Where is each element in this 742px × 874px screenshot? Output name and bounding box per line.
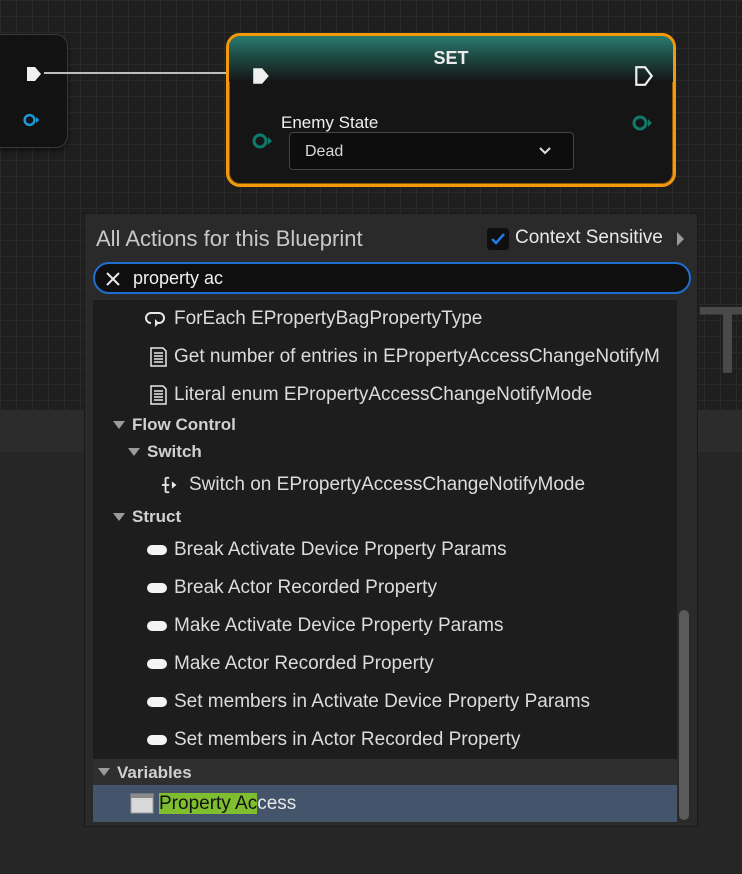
scrollbar-thumb[interactable] bbox=[679, 610, 689, 820]
chevron-down-icon bbox=[539, 147, 551, 155]
action-list: ForEach EPropertyBagPropertyType Get num… bbox=[93, 300, 677, 822]
category-switch[interactable]: Switch bbox=[93, 439, 677, 465]
list-item-label-rest: cess bbox=[257, 793, 297, 814]
search-match-highlight: Property Ac bbox=[159, 793, 258, 814]
list-item-label: ForEach EPropertyBagPropertyType bbox=[174, 308, 483, 329]
action-menu: All Actions for this Blueprint Context S… bbox=[84, 213, 698, 827]
list-item-label: Set members in Actor Recorded Property bbox=[174, 729, 521, 750]
category-label: Flow Control bbox=[132, 415, 236, 434]
enum-value-text: Dead bbox=[305, 143, 344, 160]
category-struct[interactable]: Struct bbox=[93, 504, 677, 530]
search-box[interactable] bbox=[93, 262, 691, 294]
list-item-label: Break Actor Recorded Property bbox=[174, 577, 437, 598]
list-item-label: Switch on EPropertyAccessChangeNotifyMod… bbox=[189, 474, 586, 495]
list-item[interactable]: Set members in Actor Recorded Property bbox=[93, 721, 677, 759]
context-sensitive-checkbox[interactable] bbox=[487, 228, 509, 250]
list-item-label: Make Activate Device Property Params bbox=[174, 615, 504, 636]
enum-value-dropdown[interactable]: Dead bbox=[289, 132, 574, 170]
variable-icon bbox=[130, 793, 154, 814]
background-watermark-glyph: T bbox=[700, 290, 742, 395]
close-icon[interactable] bbox=[105, 271, 121, 287]
struct-pill-icon bbox=[147, 545, 167, 555]
expand-triangle-icon bbox=[113, 513, 125, 521]
previous-node[interactable] bbox=[0, 34, 68, 148]
check-icon bbox=[491, 233, 505, 245]
set-node-title: SET bbox=[433, 48, 469, 68]
list-item-label: Make Actor Recorded Property bbox=[174, 653, 434, 674]
list-item[interactable]: Get number of entries in EPropertyAccess… bbox=[93, 338, 677, 376]
enum-doc-icon bbox=[150, 347, 167, 367]
enum-out-pin-icon[interactable] bbox=[631, 114, 655, 132]
category-variables[interactable]: Variables bbox=[93, 759, 677, 785]
loop-icon bbox=[145, 312, 165, 327]
list-item[interactable]: Break Actor Recorded Property bbox=[93, 569, 677, 607]
category-flow-control[interactable]: Flow Control bbox=[93, 412, 677, 438]
struct-pill-icon bbox=[147, 735, 167, 745]
struct-pill-icon bbox=[147, 697, 167, 707]
list-item-label: Set members in Activate Device Property … bbox=[174, 691, 591, 712]
expand-triangle-icon bbox=[128, 448, 140, 456]
search-input[interactable] bbox=[133, 267, 673, 289]
struct-pill-icon bbox=[147, 621, 167, 631]
list-item[interactable]: ForEach EPropertyBagPropertyType bbox=[93, 300, 677, 338]
switch-icon bbox=[161, 476, 177, 494]
category-label: Struct bbox=[132, 507, 182, 526]
action-menu-title: All Actions for this Blueprint bbox=[96, 226, 363, 251]
variable-label: Enemy State bbox=[281, 113, 379, 132]
expand-arrow-icon[interactable] bbox=[677, 232, 684, 246]
expand-triangle-icon bbox=[98, 768, 110, 776]
list-item-selected[interactable]: Property Access bbox=[93, 785, 677, 822]
list-item[interactable]: Break Activate Device Property Params bbox=[93, 531, 677, 569]
list-item[interactable]: Make Activate Device Property Params bbox=[93, 607, 677, 645]
exec-in-pin-icon[interactable] bbox=[251, 66, 271, 86]
list-item-label: Get number of entries in EPropertyAccess… bbox=[174, 346, 660, 367]
expand-triangle-icon bbox=[113, 421, 125, 429]
exec-wire[interactable] bbox=[44, 72, 250, 74]
category-label: Variables bbox=[117, 763, 192, 782]
list-item[interactable]: Switch on EPropertyAccessChangeNotifyMod… bbox=[93, 466, 677, 504]
exec-out-pin-icon[interactable] bbox=[25, 65, 43, 83]
enum-in-pin-icon[interactable] bbox=[251, 132, 275, 150]
list-item-label: Break Activate Device Property Params bbox=[174, 539, 507, 560]
category-label: Switch bbox=[147, 442, 202, 461]
data-out-pin-icon[interactable] bbox=[23, 111, 41, 129]
list-item[interactable]: Literal enum EPropertyAccessChangeNotify… bbox=[93, 376, 677, 414]
struct-pill-icon bbox=[147, 659, 167, 669]
list-item[interactable]: Set members in Activate Device Property … bbox=[93, 683, 677, 721]
struct-pill-icon bbox=[147, 583, 167, 593]
enum-doc-icon bbox=[150, 385, 167, 405]
set-node[interactable]: SET Enemy State Dead bbox=[226, 33, 676, 187]
list-item[interactable]: Make Actor Recorded Property bbox=[93, 645, 677, 683]
exec-out-pin-icon[interactable] bbox=[634, 65, 654, 87]
list-item-label: Literal enum EPropertyAccessChangeNotify… bbox=[174, 384, 593, 405]
list-item-label: Property Access bbox=[159, 793, 296, 815]
context-sensitive-label[interactable]: Context Sensitive bbox=[515, 227, 663, 249]
